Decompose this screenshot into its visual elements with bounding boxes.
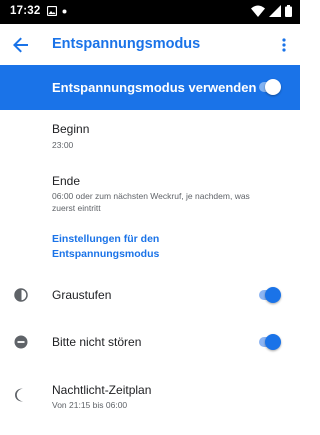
- screen: 17:32 Entspannungsmodus Entspannungsmodu…: [0, 0, 300, 435]
- grayscale-icon: [14, 288, 28, 302]
- status-time: 17:32: [10, 5, 41, 17]
- option-grayscale-label: Graustufen: [52, 288, 112, 302]
- battery-icon: [285, 5, 292, 17]
- master-switch-label: Entspannungsmodus verwenden: [52, 80, 257, 95]
- grayscale-toggle-thumb: [265, 287, 281, 303]
- arrow-back-icon: [13, 37, 28, 53]
- settings-link-item[interactable]: Einstellungen für den Entspannungsmodus: [0, 224, 300, 272]
- schedule-end-item[interactable]: Ende 06:00 oder zum nächsten Weckruf, je…: [0, 162, 300, 224]
- option-grayscale-item[interactable]: Graustufen: [0, 272, 300, 319]
- image-notification-icon: [47, 6, 57, 16]
- wifi-icon: [251, 5, 265, 17]
- night-light-item[interactable]: Nachtlicht-Zeitplan Von 21:15 bis 06:00: [0, 366, 300, 426]
- status-left-icons: [47, 6, 67, 16]
- master-switch-row[interactable]: Entspannungsmodus verwenden: [0, 65, 300, 110]
- master-switch-toggle[interactable]: [257, 79, 281, 95]
- schedule-start-value: 23:00: [52, 140, 74, 150]
- dot-notification-icon: [62, 9, 67, 13]
- status-bar: 17:32: [0, 0, 300, 24]
- status-right-icons: [251, 5, 292, 17]
- option-dnd-item[interactable]: Bitte nicht stören: [0, 319, 300, 366]
- schedule-end-value: 06:00 oder zum nächsten Weckruf, je nach…: [52, 191, 250, 213]
- master-switch-thumb: [265, 79, 281, 95]
- grayscale-toggle[interactable]: [257, 287, 281, 303]
- schedule-end-title: Ende: [52, 174, 81, 188]
- night-light-title: Nachtlicht-Zeitplan: [52, 383, 152, 397]
- option-dnd-label: Bitte nicht stören: [52, 335, 142, 349]
- dnd-toggle[interactable]: [257, 334, 281, 350]
- more-options-button[interactable]: [274, 32, 294, 58]
- schedule-start-item[interactable]: Beginn 23:00: [0, 110, 300, 162]
- more-vert-icon: [282, 38, 286, 52]
- dnd-toggle-thumb: [265, 334, 281, 350]
- back-button[interactable]: [8, 32, 34, 58]
- signal-icon: [269, 5, 281, 17]
- page-title: Entspannungsmodus: [52, 36, 201, 52]
- app-bar: Entspannungsmodus: [0, 24, 300, 65]
- night-light-subtitle: Von 21:15 bis 06:00: [52, 400, 128, 410]
- moon-icon: [15, 388, 23, 402]
- schedule-start-title: Beginn: [52, 122, 90, 136]
- do-not-disturb-icon: [14, 335, 28, 349]
- settings-link[interactable]: Einstellungen für den Entspannungsmodus: [52, 232, 222, 262]
